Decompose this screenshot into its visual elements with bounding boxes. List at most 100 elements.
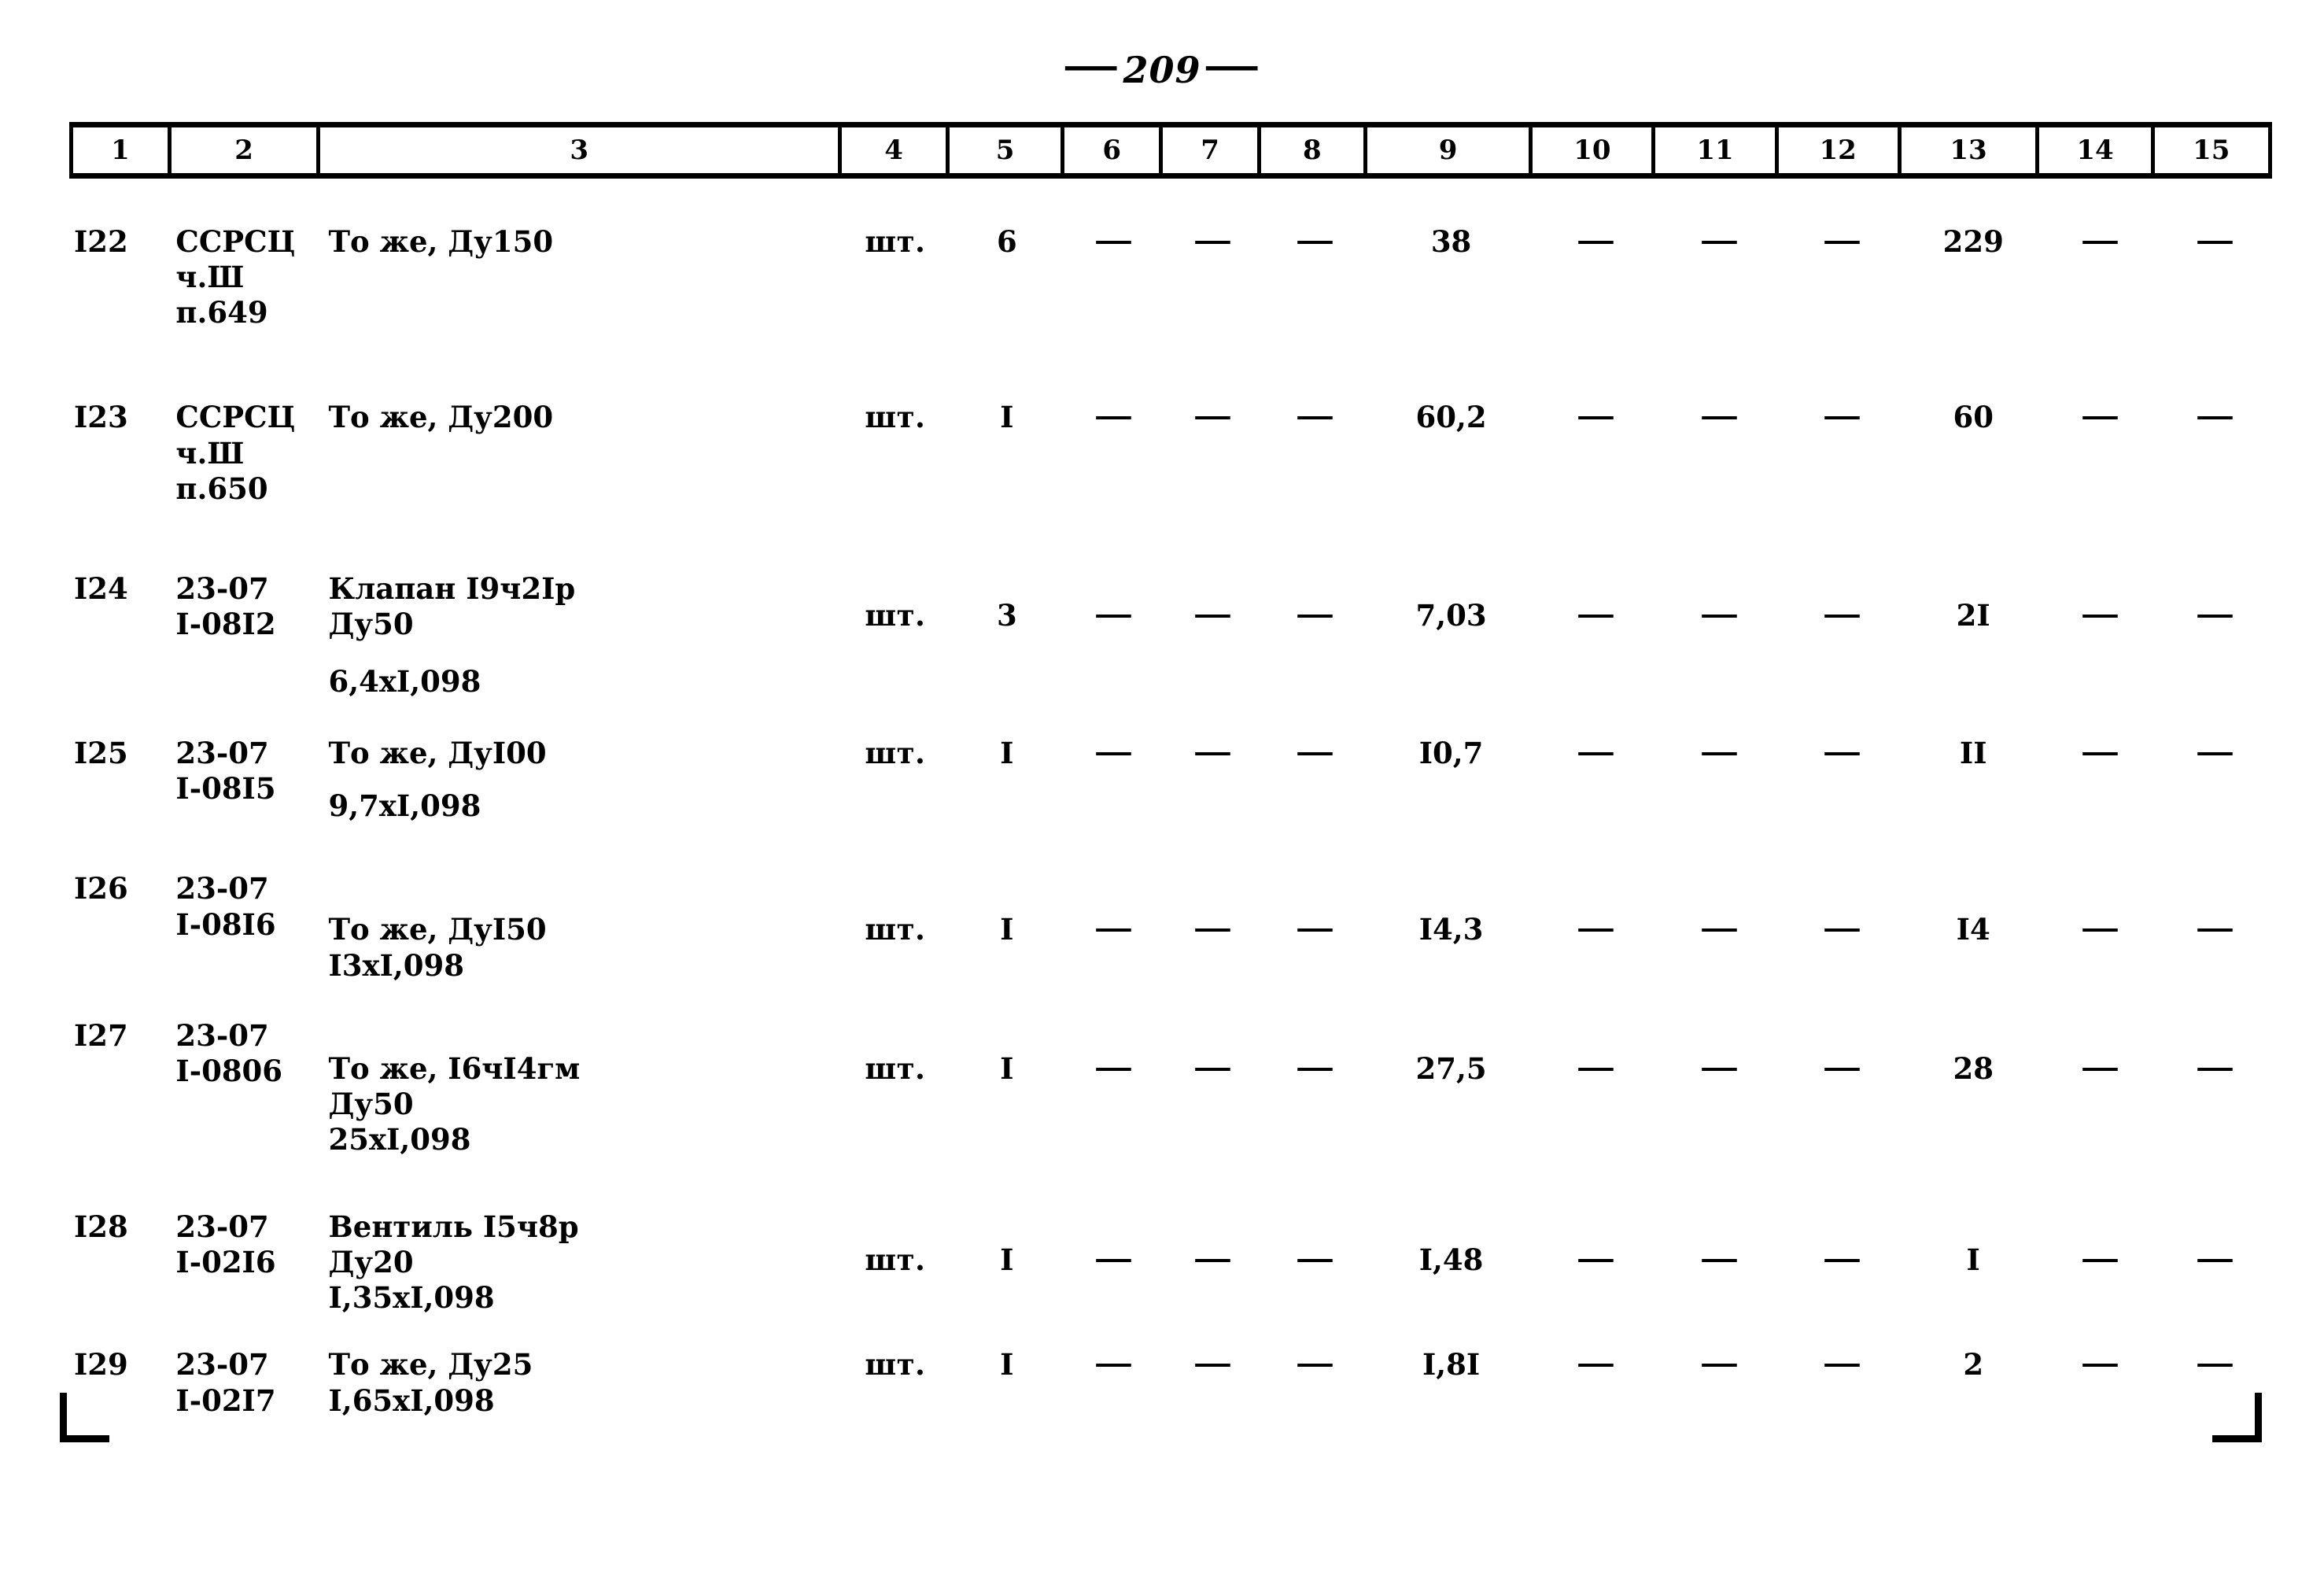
dash-glyph: — bbox=[2080, 1050, 2120, 1083]
dash-glyph: — bbox=[1699, 1242, 1739, 1274]
cell-value-6: — bbox=[1064, 400, 1163, 435]
cell-value-15: — bbox=[2158, 598, 2272, 633]
cell-value-14: — bbox=[2042, 224, 2158, 260]
dash-glyph: — bbox=[1193, 400, 1233, 432]
cell-unit: шт. bbox=[865, 597, 926, 633]
folio-left-dash: — bbox=[1062, 44, 1122, 87]
cell-value-5: 6 bbox=[996, 224, 1017, 259]
cell-value-14: — bbox=[2042, 400, 2158, 435]
dash-glyph: — bbox=[1295, 912, 1335, 944]
dash-glyph: — bbox=[1193, 1242, 1233, 1274]
column-header-4: 4 bbox=[842, 127, 950, 173]
cell-value-10: — bbox=[1534, 912, 1658, 947]
cell-value-14: — bbox=[2042, 1347, 2158, 1382]
dash-glyph: — bbox=[1699, 400, 1739, 432]
cell-value-9: 60,2 bbox=[1415, 400, 1487, 435]
column-header-15: 15 bbox=[2193, 135, 2230, 166]
cell-unit: шт. bbox=[865, 1347, 926, 1382]
cell-value-7: — bbox=[1164, 224, 1262, 260]
cell-value-8: — bbox=[1262, 1242, 1368, 1278]
document-page: —209— 1 2 3 4 5 6 7 8 9 10 11 12 13 14 1… bbox=[0, 0, 2324, 1580]
cell-name-main: То же, Ду25 I,65хI,098 bbox=[328, 1347, 533, 1418]
table-row[interactable]: I24 23-07 I-08I2 Клапан I9ч2Iр Ду50 6,4хI,0… bbox=[69, 571, 2272, 700]
column-header-8: 8 bbox=[1261, 127, 1367, 173]
cell-value-7: — bbox=[1164, 598, 1262, 633]
cell-name: То же, I6чI4гм Ду50 25хI,098 bbox=[318, 1051, 842, 1157]
dash-glyph: — bbox=[2195, 1050, 2235, 1083]
cell-value-14: — bbox=[2042, 598, 2158, 633]
table-row[interactable]: I29 23-07 I-02I7 То же, Ду25 I,65хI,098 шт.… bbox=[69, 1347, 2272, 1418]
cell-value-5: I bbox=[1000, 1242, 1014, 1277]
dash-glyph: — bbox=[2080, 598, 2120, 629]
cell-value-15: — bbox=[2158, 1242, 2272, 1278]
dash-glyph: — bbox=[1295, 400, 1335, 432]
table-row[interactable]: I22 ССРСЦ ч.Ш п.649 То же, Ду150 шт. 6 — — — 38 —… bbox=[69, 224, 2272, 330]
table-row[interactable]: I26 23-07 I-08I6 То же, ДуI50 I3хI,098 шт. I… bbox=[69, 871, 2272, 983]
dash-glyph: — bbox=[1576, 1347, 1616, 1379]
dash-glyph: — bbox=[2195, 1242, 2235, 1274]
cell-value-9: I4,3 bbox=[1418, 912, 1484, 947]
cell-value-15: — bbox=[2158, 1347, 2272, 1382]
cell-value-11: — bbox=[1658, 736, 1781, 771]
dash-glyph: — bbox=[1822, 598, 1862, 629]
crop-mark-bottom-left bbox=[60, 1393, 109, 1442]
cell-value-8: — bbox=[1262, 224, 1368, 260]
cell-position: I29 bbox=[74, 1347, 128, 1382]
column-header-3: 3 bbox=[320, 127, 843, 173]
dash-glyph: — bbox=[1576, 1050, 1616, 1083]
dash-glyph: — bbox=[1822, 400, 1862, 432]
cell-position: I26 bbox=[74, 871, 128, 906]
dash-glyph: — bbox=[2080, 224, 2120, 256]
cell-value-7: — bbox=[1164, 1051, 1262, 1087]
dash-glyph: — bbox=[2195, 1347, 2235, 1379]
cell-position: I23 bbox=[74, 400, 128, 435]
dash-glyph: — bbox=[1094, 736, 1134, 767]
dash-glyph: — bbox=[1822, 1347, 1862, 1379]
column-header-5: 5 bbox=[950, 127, 1065, 173]
cell-value-11: — bbox=[1658, 224, 1781, 260]
column-header-14: 14 bbox=[2039, 127, 2155, 173]
dash-glyph: — bbox=[1699, 736, 1739, 767]
table-row[interactable]: I25 23-07 I-08I5 То же, ДуI00 9,7хI,098 шт. I… bbox=[69, 736, 2272, 824]
cell-value-6: — bbox=[1064, 598, 1163, 633]
column-header-9: 9 bbox=[1367, 127, 1533, 173]
cell-value-10: — bbox=[1534, 1051, 1658, 1087]
column-header-7: 7 bbox=[1163, 127, 1262, 173]
cell-value-15: — bbox=[2158, 912, 2272, 947]
cell-name: То же, ДуI00 9,7хI,098 bbox=[318, 736, 842, 824]
cell-value-10: — bbox=[1534, 224, 1658, 260]
column-header-11: 11 bbox=[1655, 127, 1779, 173]
cell-name: То же, Ду150 bbox=[318, 224, 842, 260]
cell-name-main: То же, ДуI00 bbox=[328, 736, 547, 771]
dash-glyph: — bbox=[1822, 1050, 1862, 1083]
cell-value-8: — bbox=[1262, 1347, 1368, 1382]
cell-unit: шт. bbox=[865, 1050, 926, 1086]
cell-name-main: То же, Ду150 bbox=[328, 224, 554, 259]
folio-right-dash: — bbox=[1202, 44, 1262, 87]
cell-code: ССРСЦ ч.Ш п.650 bbox=[175, 400, 296, 506]
row-spacer bbox=[69, 700, 2272, 736]
cell-value-13: I4 bbox=[1956, 912, 1990, 947]
cell-value-11: — bbox=[1658, 598, 1781, 633]
cell-code: ССРСЦ ч.Ш п.649 bbox=[175, 224, 296, 330]
cell-value-5: I bbox=[1000, 400, 1014, 435]
table-row[interactable]: I27 23-07 I-0806 То же, I6чI4гм Ду50 25хI,… bbox=[69, 1018, 2272, 1157]
dash-glyph: — bbox=[1576, 400, 1616, 432]
cell-name: То же, Ду200 bbox=[318, 400, 842, 435]
cell-position: I28 bbox=[74, 1209, 128, 1244]
dash-glyph: — bbox=[1699, 224, 1739, 256]
cell-code: 23-07 I-08I5 bbox=[175, 736, 276, 807]
table-row[interactable]: I23 ССРСЦ ч.Ш п.650 То же, Ду200 шт. I — — — 60,… bbox=[69, 400, 2272, 506]
dash-glyph: — bbox=[1576, 1242, 1616, 1274]
dash-glyph: — bbox=[1094, 224, 1134, 256]
specification-table: 1 2 3 4 5 6 7 8 9 10 11 12 13 14 15 I22 С… bbox=[69, 122, 2272, 1419]
dash-glyph: — bbox=[1822, 912, 1862, 944]
table-row[interactable]: I28 23-07 I-02I6 Вентиль I5ч8р Ду20 I,35хI… bbox=[69, 1209, 2272, 1316]
cell-value-7: — bbox=[1164, 736, 1262, 771]
row-spacer bbox=[69, 179, 2272, 224]
cell-unit: шт. bbox=[865, 400, 926, 435]
cell-name: Клапан I9ч2Iр Ду50 6,4хI,098 bbox=[318, 571, 842, 700]
cell-name-main: Клапан I9ч2Iр Ду50 bbox=[328, 570, 576, 641]
cell-value-13: 60 bbox=[1953, 400, 1994, 435]
cell-value-13: 2 bbox=[1963, 1347, 1984, 1382]
